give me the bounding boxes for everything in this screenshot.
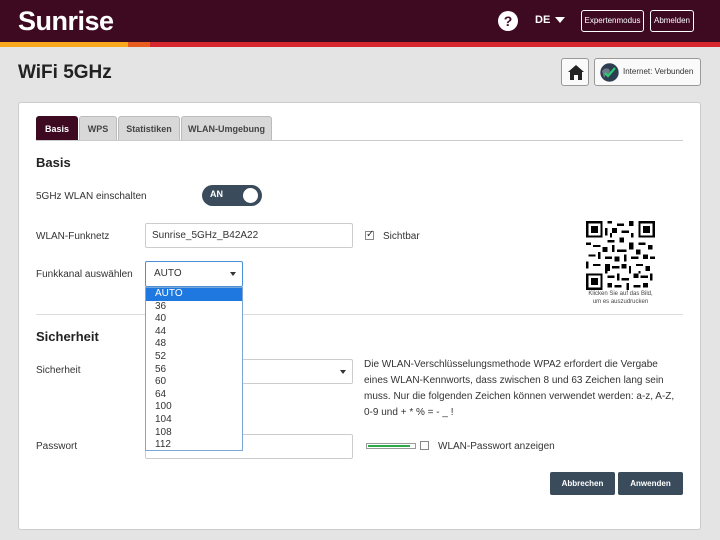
security-label: Sicherheit <box>36 365 81 376</box>
channel-option[interactable]: 52 <box>146 351 242 364</box>
channel-option[interactable]: 36 <box>146 301 242 314</box>
sunrise-logo[interactable]: Sunrise <box>18 6 114 37</box>
channel-select[interactable]: AUTO <box>145 261 243 287</box>
language-selector[interactable]: DE <box>535 14 550 26</box>
show-password-checkbox[interactable] <box>420 441 429 450</box>
home-icon <box>568 65 584 80</box>
channel-option[interactable]: 104 <box>146 414 242 427</box>
chevron-down-icon[interactable] <box>555 17 565 23</box>
visible-checkbox[interactable] <box>365 229 374 240</box>
apply-button[interactable]: Anwenden <box>618 472 683 495</box>
channel-option[interactable]: 100 <box>146 401 242 414</box>
channel-option[interactable]: 112 <box>146 439 242 452</box>
logout-button[interactable]: Abmelden <box>650 10 694 32</box>
password-label: Passwort <box>36 441 78 452</box>
channel-option[interactable]: 64 <box>146 389 242 402</box>
show-password-label: WLAN-Passwort anzeigen <box>438 441 555 452</box>
expert-mode-button[interactable]: Expertenmodus <box>581 10 644 32</box>
settings-panel <box>18 102 701 530</box>
security-section-title: Sicherheit <box>36 329 99 344</box>
ssid-label: WLAN-Funknetz <box>36 231 110 242</box>
tab-wlan-umgebung[interactable]: WLAN-Umgebung <box>181 116 272 140</box>
tab-wps[interactable]: WPS <box>79 116 117 140</box>
channel-option[interactable]: 56 <box>146 364 242 377</box>
channel-label: Funkkanal auswählen <box>36 269 133 280</box>
home-button[interactable] <box>561 58 589 86</box>
toggle-knob <box>243 188 258 203</box>
page-title: WiFi 5GHz <box>18 62 112 83</box>
channel-option[interactable]: 48 <box>146 338 242 351</box>
brand-stripe <box>0 42 720 47</box>
channel-option[interactable]: AUTO <box>146 288 242 301</box>
wlan-enable-label: 5GHz WLAN einschalten <box>36 191 147 202</box>
tab-divider <box>36 140 683 141</box>
chevron-down-icon <box>340 370 346 374</box>
tab-statistiken[interactable]: Statistiken <box>118 116 180 140</box>
channel-option[interactable]: 108 <box>146 427 242 440</box>
channel-dropdown-list: AUTO 36 40 44 48 52 56 60 64 100 104 108 112 <box>145 287 243 451</box>
visible-label: Sichtbar <box>383 231 420 242</box>
password-strength-fill <box>368 445 411 447</box>
channel-select-value: AUTO <box>154 268 182 279</box>
internet-status-button[interactable]: Internet: Verbunden <box>594 58 701 86</box>
tab-basis[interactable]: Basis <box>36 116 78 140</box>
basis-section-title: Basis <box>36 155 71 170</box>
channel-option[interactable]: 60 <box>146 376 242 389</box>
globe-check-icon <box>599 62 620 83</box>
chevron-down-icon <box>230 272 236 276</box>
wlan-toggle[interactable]: AN <box>202 185 262 206</box>
channel-option[interactable]: 44 <box>146 326 242 339</box>
ssid-input[interactable]: Sunrise_5GHz_B42A22 <box>145 223 353 248</box>
section-divider <box>36 314 683 315</box>
qr-code-icon[interactable] <box>586 221 655 290</box>
qr-caption: Klicken Sie auf das Bild, um es auszudru… <box>588 291 653 305</box>
internet-status-text: Internet: Verbunden <box>623 67 694 76</box>
toggle-state-label: AN <box>210 189 223 199</box>
help-icon[interactable]: ? <box>498 11 518 31</box>
channel-option[interactable]: 40 <box>146 313 242 326</box>
cancel-button[interactable]: Abbrechen <box>550 472 615 495</box>
security-info-text: Die WLAN-Verschlüsselungsmethode WPA2 er… <box>364 359 675 418</box>
password-strength-meter <box>366 443 416 449</box>
